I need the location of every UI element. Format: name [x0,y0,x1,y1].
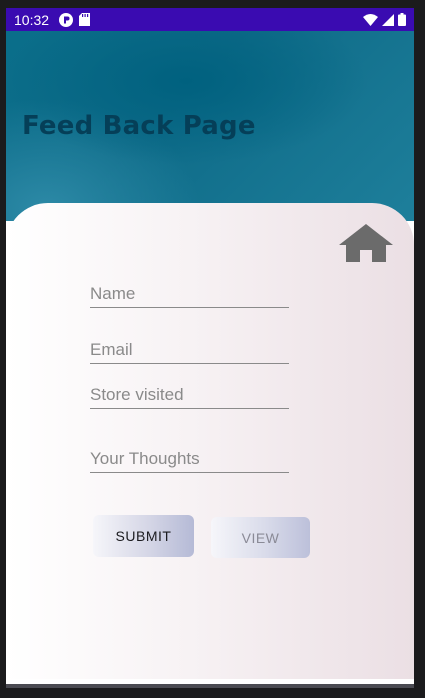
navigation-bar [6,684,414,688]
submit-button[interactable]: SUBMIT [93,515,194,557]
page-title: Feed Back Page [22,111,256,141]
store-visited-field[interactable] [90,382,289,409]
battery-icon [398,13,406,26]
app-screen: 10:32 Feed Back Page Name Email Store vi… [6,8,414,684]
thoughts-input[interactable] [90,446,289,472]
view-button[interactable]: VIEW [211,517,310,558]
store-visited-input[interactable] [90,382,289,408]
wifi-icon [363,13,378,26]
sd-card-icon [79,13,91,26]
home-icon[interactable] [338,223,394,263]
name-field[interactable] [90,281,289,308]
feedback-card: SUBMIT VIEW [6,203,414,679]
thoughts-field[interactable] [90,446,289,473]
email-field[interactable] [90,337,289,364]
app-notification-icon [59,12,74,27]
status-time: 10:32 [14,11,50,28]
status-bar: 10:32 [6,8,414,31]
header-banner: Feed Back Page [6,31,414,221]
signal-icon [382,13,394,26]
name-input[interactable] [90,281,289,307]
email-input[interactable] [90,337,289,363]
